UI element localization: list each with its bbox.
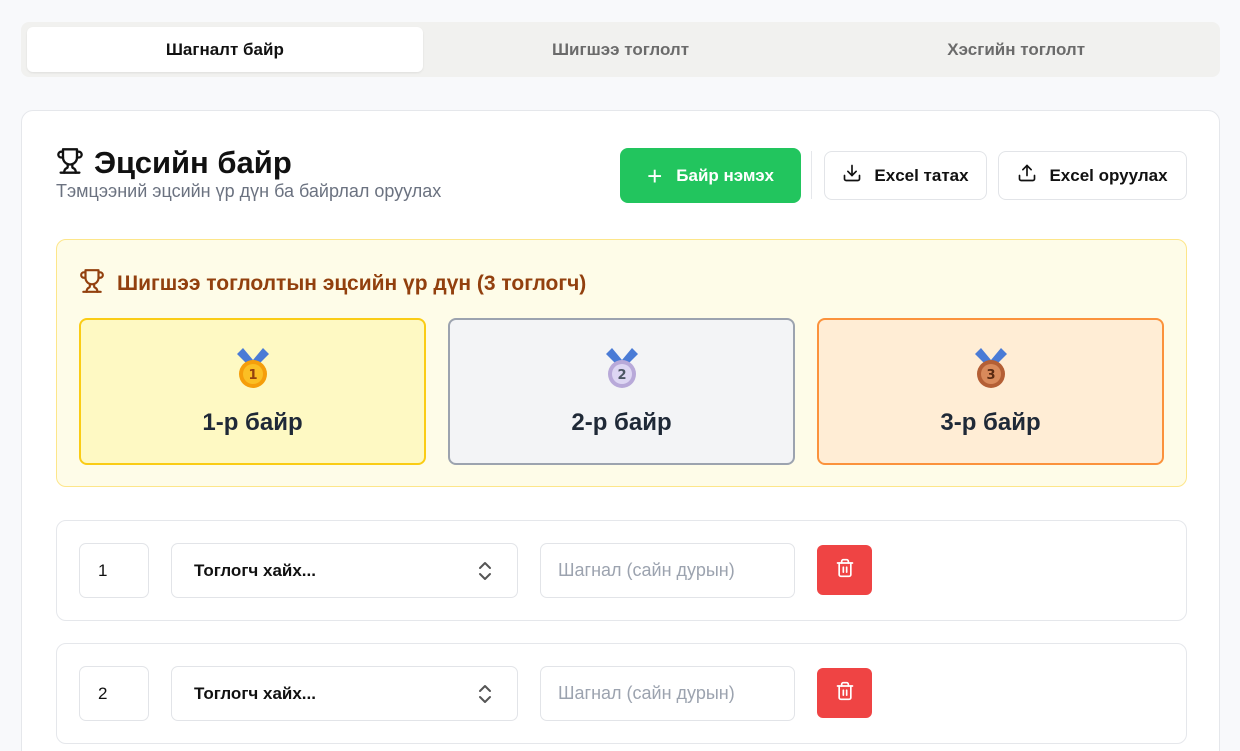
- page-subtitle: Тэмцээний эцсийн үр дүн ба байрлал оруул…: [56, 181, 442, 201]
- svg-text:3: 3: [986, 368, 995, 383]
- player-select[interactable]: Тоглогч хайх...: [171, 666, 518, 721]
- final-standings-card: Эцсийн байр Тэмцээний эцсийн үр дүн ба б…: [21, 110, 1220, 751]
- add-place-label: Байр нэмэх: [676, 165, 774, 185]
- tab-playoff[interactable]: Шигшээ тоглолт: [423, 27, 819, 72]
- tab-awards[interactable]: Шагналт байр: [27, 27, 423, 72]
- third-place-card: 3 3-р байр: [817, 318, 1164, 465]
- playoff-results-panel: Шигшээ тоглолтын эцсийн үр дүн (3 тоглог…: [56, 239, 1187, 487]
- results-title: Шигшээ тоглолтын эцсийн үр дүн (3 тоглог…: [117, 271, 587, 295]
- upload-icon: [1017, 163, 1049, 188]
- excel-download-label: Excel татах: [874, 165, 969, 185]
- trash-icon: [835, 680, 855, 707]
- first-place-card: 1 1-р байр: [79, 318, 426, 465]
- delete-button[interactable]: [817, 545, 872, 595]
- placement-row: 1 Тоглогч хайх... Шагнал (сайн дурын): [56, 520, 1187, 621]
- prize-input[interactable]: Шагнал (сайн дурын): [540, 666, 795, 721]
- chevron-up-down-icon: [477, 560, 493, 587]
- tab-bar: Шагналт байр Шигшээ тоглолт Хэсгийн тогл…: [21, 22, 1220, 77]
- gold-medal-icon: 1: [235, 348, 271, 395]
- page-title: Эцсийн байр: [94, 145, 292, 180]
- tab-group-stage[interactable]: Хэсгийн тоглолт: [818, 27, 1214, 72]
- delete-button[interactable]: [817, 668, 872, 718]
- divider: [811, 151, 812, 199]
- first-place-label: 1-р байр: [202, 409, 303, 436]
- player-select-label: Тоглогч хайх...: [194, 560, 316, 580]
- chevron-up-down-icon: [477, 683, 493, 710]
- third-place-label: 3-р байр: [940, 409, 1041, 436]
- excel-download-button[interactable]: Excel татах: [824, 151, 987, 200]
- svg-text:2: 2: [617, 368, 626, 383]
- silver-medal-icon: 2: [604, 348, 640, 395]
- rank-input[interactable]: 1: [79, 543, 149, 598]
- plus-icon: +: [647, 160, 663, 191]
- trash-icon: [835, 557, 855, 584]
- add-place-button[interactable]: + Байр нэмэх: [620, 148, 801, 203]
- svg-text:1: 1: [248, 368, 257, 383]
- bronze-medal-icon: 3: [973, 348, 1009, 395]
- title-row: Эцсийн байр: [56, 145, 292, 181]
- player-select[interactable]: Тоглогч хайх...: [171, 543, 518, 598]
- second-place-label: 2-р байр: [571, 409, 672, 436]
- download-icon: [842, 163, 874, 188]
- player-select-label: Тоглогч хайх...: [194, 683, 316, 703]
- second-place-card: 2 2-р байр: [448, 318, 795, 465]
- excel-upload-button[interactable]: Excel оруулах: [998, 151, 1187, 200]
- rank-input[interactable]: 2: [79, 666, 149, 721]
- trophy-icon: [56, 147, 94, 180]
- placement-row: 2 Тоглогч хайх... Шагнал (сайн дурын): [56, 643, 1187, 744]
- trophy-icon: [79, 268, 105, 299]
- prize-input[interactable]: Шагнал (сайн дурын): [540, 543, 795, 598]
- results-header: Шигшээ тоглолтын эцсийн үр дүн (3 тоглог…: [79, 268, 586, 299]
- excel-upload-label: Excel оруулах: [1049, 165, 1168, 185]
